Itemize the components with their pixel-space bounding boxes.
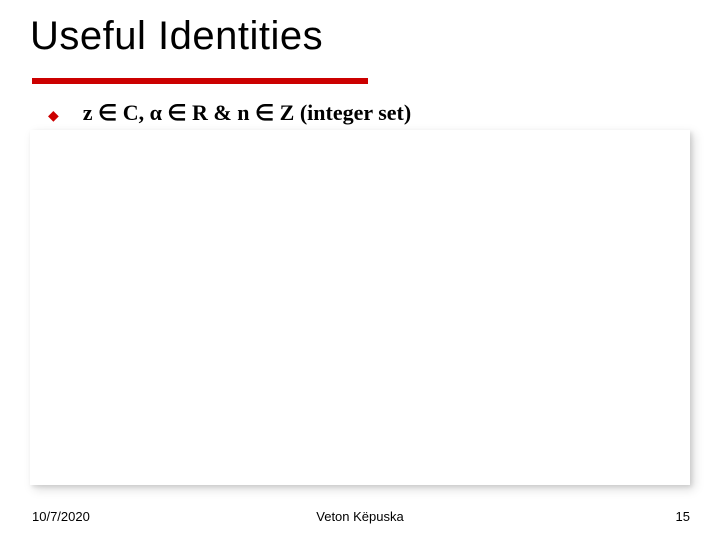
title-underline <box>32 78 368 84</box>
footer-author: Veton Këpuska <box>0 509 720 524</box>
bullet-row: ◆ z ∈ C, α ∈ R & n ∈ Z (integer set) <box>48 100 411 126</box>
content-box <box>30 130 690 485</box>
footer-page-number: 15 <box>676 509 690 524</box>
bullet-text: z ∈ C, α ∈ R & n ∈ Z (integer set) <box>83 100 411 126</box>
slide: Useful Identities ◆ z ∈ C, α ∈ R & n ∈ Z… <box>0 0 720 540</box>
diamond-bullet-icon: ◆ <box>48 108 59 122</box>
slide-title: Useful Identities <box>30 14 323 59</box>
